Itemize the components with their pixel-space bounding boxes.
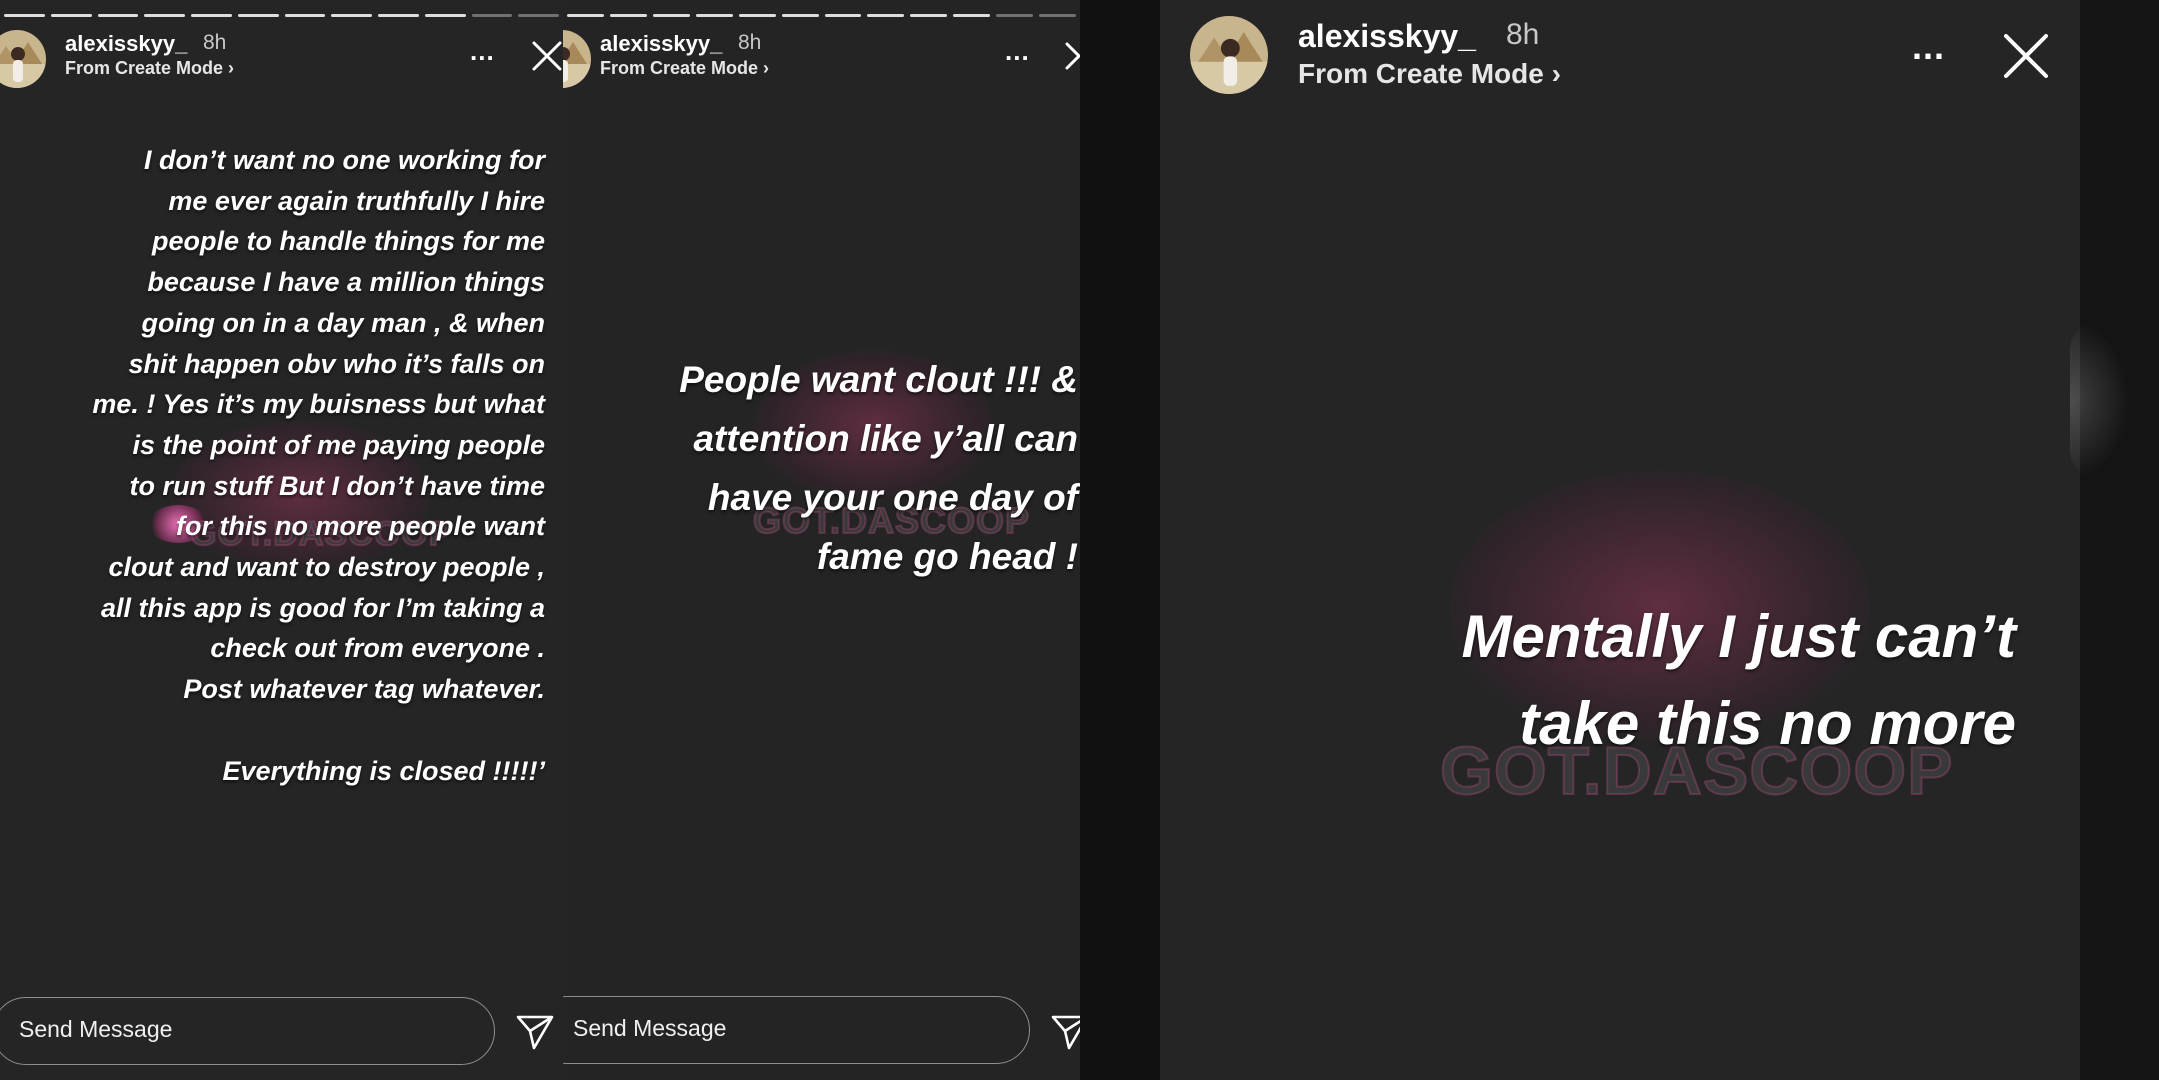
create-mode-label[interactable]: From Create Mode ›: [1298, 58, 1561, 90]
username[interactable]: alexisskyy_: [65, 31, 187, 57]
avatar[interactable]: [563, 30, 591, 88]
story-header: alexisskyy_ 8h From Create Mode › ...: [0, 26, 563, 88]
create-mode-label[interactable]: From Create Mode ›: [600, 58, 769, 79]
more-options-icon[interactable]: ...: [470, 36, 495, 67]
chevron-right-icon[interactable]: [1063, 40, 1080, 72]
close-icon[interactable]: [2002, 32, 2050, 80]
username[interactable]: alexisskyy_: [600, 31, 722, 57]
story-text-block: People want clout !!! & attention like y…: [679, 359, 1078, 577]
story-text-block: Mentally I just can’t take this no more: [1461, 603, 2016, 757]
more-options-icon[interactable]: ...: [1912, 26, 1945, 68]
story-header: alexisskyy_ 8h From Create Mode › ...: [1160, 14, 2080, 94]
send-message-placeholder: Send Message: [19, 1016, 173, 1042]
send-icon[interactable]: [1051, 1014, 1080, 1050]
send-message-placeholder: Send Message: [573, 1015, 727, 1041]
next-story-edge[interactable]: [2070, 0, 2159, 1080]
avatar[interactable]: [0, 30, 46, 88]
close-icon[interactable]: [531, 40, 563, 72]
create-mode-label[interactable]: From Create Mode ›: [65, 58, 234, 79]
story-panel-1: alexisskyy_ 8h From Create Mode › ... GO…: [0, 0, 563, 1080]
story-panel-2: alexisskyy_ 8h From Create Mode › ... GO…: [563, 0, 1080, 1080]
send-message-input[interactable]: Send Message: [563, 996, 1030, 1064]
story-time: 8h: [1506, 18, 1540, 51]
story-time: 8h: [738, 31, 762, 54]
story-progress-bar: [0, 14, 563, 17]
avatar[interactable]: [1190, 16, 1268, 94]
story-progress-bar: [563, 14, 1080, 17]
username[interactable]: alexisskyy_: [1298, 18, 1476, 55]
panel-divider: [1080, 0, 1160, 1080]
story-panel-3: alexisskyy_ 8h From Create Mode › ... GO…: [1160, 0, 2080, 1080]
send-message-input[interactable]: Send Message: [0, 997, 495, 1065]
story-time: 8h: [203, 31, 227, 54]
send-icon[interactable]: [516, 1014, 554, 1050]
more-options-icon[interactable]: ...: [1005, 36, 1030, 67]
story-header: alexisskyy_ 8h From Create Mode › ...: [563, 26, 1080, 88]
story-text-block: I don’t want no one working for me ever …: [92, 145, 545, 786]
